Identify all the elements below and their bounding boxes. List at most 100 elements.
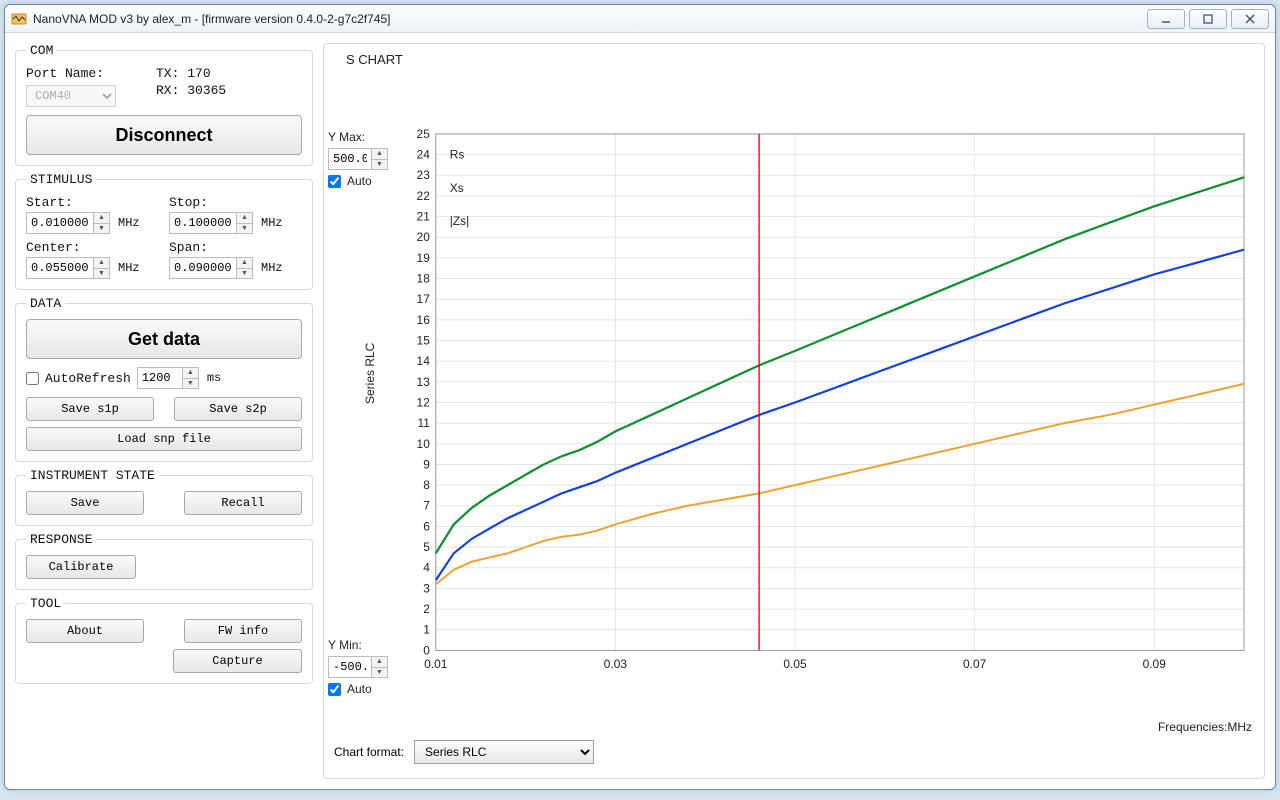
ymax-auto-label: Auto [347, 174, 372, 188]
svg-text:4: 4 [423, 561, 430, 575]
chart-area: Series RLC 01234567891011121314151617181… [398, 128, 1254, 680]
ymax-auto-checkbox[interactable] [328, 175, 341, 188]
svg-text:14: 14 [417, 354, 431, 368]
ymax-input[interactable] [328, 148, 372, 170]
x-axis-unit-label: Frequencies:MHz [1158, 720, 1252, 734]
com-group: COM Port Name: COM40 TX: 170 RX: 30365 D… [15, 43, 313, 166]
save-s1p-button[interactable]: Save s1p [26, 397, 154, 421]
start-input[interactable] [26, 212, 94, 234]
autorefresh-unit: ms [207, 371, 221, 385]
autorefresh-label: AutoRefresh [45, 371, 131, 386]
window-controls [1143, 9, 1269, 29]
svg-text:0.01: 0.01 [424, 657, 448, 671]
svg-text:Xs: Xs [450, 181, 464, 195]
tool-legend: TOOL [26, 596, 65, 611]
stimulus-legend: STIMULUS [26, 172, 96, 187]
ymin-controls: Y Min: ▲▼ Auto [328, 638, 394, 696]
svg-text:24: 24 [417, 148, 431, 162]
stimulus-group: STIMULUS Start: ▲▼ MHz Stop: ▲▼ MHz [15, 172, 313, 290]
ymin-auto-label: Auto [347, 682, 372, 696]
stop-input[interactable] [169, 212, 237, 234]
port-name-label: Port Name: [26, 66, 116, 81]
svg-text:0.09: 0.09 [1143, 657, 1167, 671]
data-legend: DATA [26, 296, 65, 311]
rx-label: RX: [156, 83, 179, 98]
tx-label: TX: [156, 66, 179, 81]
chart-pane: S CHART Y Max: ▲▼ Auto Y Min: ▲▼ Auto Se… [323, 43, 1265, 779]
svg-text:11: 11 [417, 416, 430, 430]
center-stepper[interactable]: ▲▼ [94, 257, 110, 279]
load-snp-button[interactable]: Load snp file [26, 427, 302, 451]
svg-text:6: 6 [423, 519, 430, 533]
response-group: RESPONSE Calibrate [15, 532, 313, 590]
autorefresh-stepper[interactable]: ▲▼ [183, 367, 199, 389]
svg-text:3: 3 [423, 581, 430, 595]
svg-text:0.05: 0.05 [783, 657, 807, 671]
get-data-button[interactable]: Get data [26, 319, 302, 359]
autorefresh-input[interactable] [137, 367, 183, 389]
chart-title: S CHART [346, 52, 403, 67]
stop-label: Stop: [169, 195, 302, 210]
y-axis-label: Series RLC [363, 343, 377, 404]
tx-value: 170 [187, 66, 210, 81]
svg-text:9: 9 [423, 457, 430, 471]
svg-text:7: 7 [423, 499, 430, 513]
svg-text:19: 19 [417, 251, 431, 265]
save-s2p-button[interactable]: Save s2p [174, 397, 302, 421]
chart-format-select[interactable]: Series RLC [414, 740, 594, 764]
svg-text:18: 18 [417, 272, 431, 286]
svg-text:5: 5 [423, 540, 430, 554]
titlebar: NanoVNA MOD v3 by alex_m - [firmware ver… [5, 5, 1275, 33]
svg-text:20: 20 [417, 230, 431, 244]
com-legend: COM [26, 43, 57, 58]
svg-text:0: 0 [423, 643, 430, 657]
stop-stepper[interactable]: ▲▼ [237, 212, 253, 234]
instrument-state-legend: INSTRUMENT STATE [26, 468, 159, 483]
start-unit: MHz [118, 216, 140, 230]
stop-unit: MHz [261, 216, 283, 230]
svg-text:10: 10 [417, 437, 431, 451]
minimize-button[interactable] [1147, 9, 1185, 29]
instr-save-button[interactable]: Save [26, 491, 144, 515]
about-button[interactable]: About [26, 619, 144, 643]
start-stepper[interactable]: ▲▼ [94, 212, 110, 234]
instrument-state-group: INSTRUMENT STATE Save Recall [15, 468, 313, 526]
window-title: NanoVNA MOD v3 by alex_m - [firmware ver… [33, 12, 1143, 26]
fw-info-button[interactable]: FW info [184, 619, 302, 643]
ymax-stepper[interactable]: ▲▼ [372, 148, 388, 170]
center-input[interactable] [26, 257, 94, 279]
maximize-button[interactable] [1189, 9, 1227, 29]
ymin-auto-checkbox[interactable] [328, 683, 341, 696]
port-select[interactable]: COM40 [26, 85, 116, 107]
autorefresh-checkbox[interactable] [26, 372, 39, 385]
chart-footer: Chart format: Series RLC [334, 740, 1254, 764]
svg-text:17: 17 [417, 292, 430, 306]
chart-format-label: Chart format: [334, 745, 404, 759]
app-window: NanoVNA MOD v3 by alex_m - [firmware ver… [4, 4, 1276, 790]
svg-text:Rs: Rs [450, 148, 465, 162]
ymin-input[interactable] [328, 656, 372, 678]
instr-recall-button[interactable]: Recall [184, 491, 302, 515]
svg-text:23: 23 [417, 168, 431, 182]
close-button[interactable] [1231, 9, 1269, 29]
disconnect-button[interactable]: Disconnect [26, 115, 302, 155]
left-pane: COM Port Name: COM40 TX: 170 RX: 30365 D… [15, 43, 313, 779]
data-group: DATA Get data AutoRefresh ▲▼ ms Save s1p… [15, 296, 313, 462]
start-label: Start: [26, 195, 159, 210]
svg-text:21: 21 [417, 210, 431, 224]
center-unit: MHz [118, 261, 140, 275]
calibrate-button[interactable]: Calibrate [26, 555, 136, 579]
span-label: Span: [169, 240, 302, 255]
span-stepper[interactable]: ▲▼ [237, 257, 253, 279]
svg-text:2: 2 [423, 602, 430, 616]
capture-button[interactable]: Capture [173, 649, 302, 673]
span-input[interactable] [169, 257, 237, 279]
tool-group: TOOL About FW info Capture [15, 596, 313, 684]
svg-text:|Zs|: |Zs| [450, 214, 469, 228]
svg-text:22: 22 [417, 189, 430, 203]
svg-text:25: 25 [417, 128, 431, 141]
center-label: Center: [26, 240, 159, 255]
ymin-label: Y Min: [328, 638, 394, 652]
ymin-stepper[interactable]: ▲▼ [372, 656, 388, 678]
span-unit: MHz [261, 261, 283, 275]
